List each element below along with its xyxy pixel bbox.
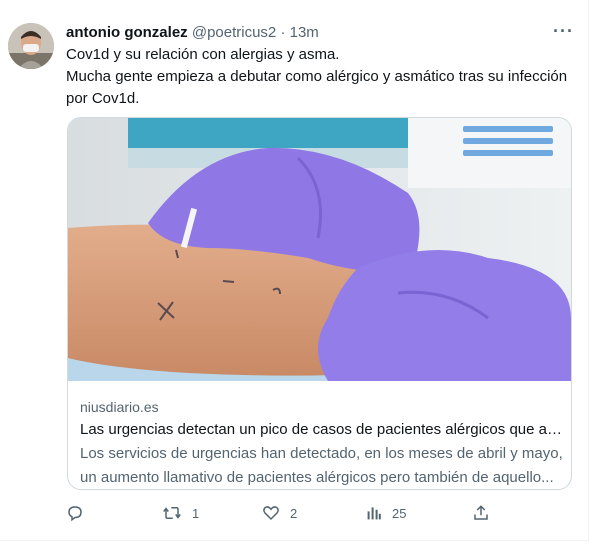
tweet-text: Cov1d y su relación con alergias y asma.… [66,44,576,110]
avatar[interactable] [8,23,54,69]
card-domain: niusdiario.es [80,399,159,415]
views-icon [366,505,382,521]
author-name[interactable]: antonio gonzalez [66,24,188,41]
link-card[interactable]: niusdiario.es Las urgencias detectan un … [67,117,572,490]
tweet[interactable]: antonio gonzalez @poetricus2 · 13m ··· C… [0,0,589,541]
tweet-text-line: Mucha gente empieza a debutar como alérg… [66,68,568,107]
card-description: un aumento llamativo de pacientes alérgi… [80,469,554,486]
author-handle[interactable]: @poetricus2 [192,24,276,41]
more-icon[interactable]: ··· [553,22,574,40]
retweet-count: 1 [192,505,200,521]
share-icon [472,504,490,522]
reply-icon [66,504,84,522]
retweet-icon [162,504,182,522]
tweet-text-line: Cov1d y su relación con alergias y asma. [66,46,340,63]
timestamp[interactable]: 13m [290,24,319,41]
card-meta: niusdiario.es Las urgencias detectan un … [80,398,562,488]
views-button[interactable]: 25 [366,502,406,524]
separator: · [280,24,286,41]
card-image[interactable] [68,118,571,381]
retweet-button[interactable]: 1 [162,502,199,524]
tweet-header: antonio gonzalez @poetricus2 · 13m [66,24,319,41]
like-button[interactable]: 2 [262,502,297,524]
card-description: Los servicios de urgencias han detectado… [80,445,562,462]
like-icon [262,504,280,522]
share-button[interactable] [472,502,490,524]
views-count: 25 [392,505,407,521]
like-count: 2 [290,505,298,521]
action-bar: 1 2 25 [66,502,496,526]
card-title[interactable]: Las urgencias detectan un pico de casos … [80,420,562,440]
reply-button[interactable] [66,502,94,524]
